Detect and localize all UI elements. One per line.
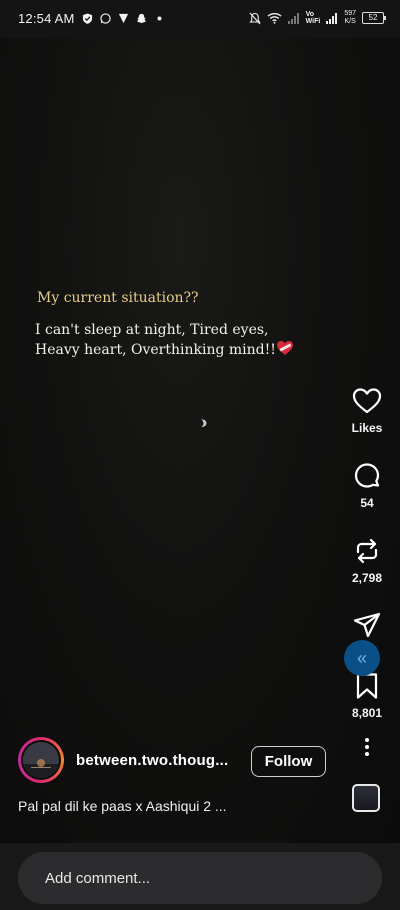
caption-title: My current situation?? <box>37 290 199 306</box>
more-options-icon[interactable] <box>364 737 370 757</box>
caption-body: I can't sleep at night, Tired eyes, Heav… <box>35 320 315 360</box>
reposts-count: 2,798 <box>351 571 383 585</box>
signal-weak-icon <box>287 12 299 24</box>
vpn-icon <box>118 13 128 24</box>
like-action[interactable]: Likes <box>334 385 400 435</box>
send-icon[interactable] <box>351 609 383 641</box>
share-action[interactable] <box>334 609 400 641</box>
comments-count: 54 <box>360 496 374 510</box>
repost-icon[interactable] <box>351 535 383 567</box>
follow-button[interactable]: Follow <box>251 746 326 777</box>
battery-indicator: 52 <box>362 12 386 24</box>
comment-bubble-icon[interactable] <box>351 460 383 492</box>
shield-icon <box>82 13 92 24</box>
author-row[interactable]: between.two.thoug... <box>18 737 228 783</box>
saves-count: 8,801 <box>351 706 383 720</box>
audio-thumbnail[interactable] <box>352 784 380 812</box>
heart-icon[interactable] <box>351 385 383 417</box>
avatar[interactable] <box>18 737 64 783</box>
caption-line-2-row: Heavy heart, Overthinking mind!! <box>35 340 315 360</box>
more-action[interactable] <box>334 737 400 757</box>
status-left: 12:54 AM <box>18 11 165 26</box>
status-time: 12:54 AM <box>18 11 75 26</box>
whatsapp-icon <box>99 13 111 24</box>
caption-line-1: I can't sleep at night, Tired eyes, <box>35 322 269 338</box>
crescent-moon-icon <box>201 419 207 428</box>
net-speed: 597 K/S <box>344 10 356 26</box>
wifi-icon <box>267 12 282 24</box>
notification-dot-icon <box>157 16 162 21</box>
collapse-button[interactable]: « <box>344 640 380 676</box>
status-bar: 12:54 AM Vo WiFi 597 K/S 52 <box>0 0 400 38</box>
mute-bell-icon <box>248 12 261 24</box>
avatar-image <box>21 740 61 780</box>
avatar-scene-icon <box>23 742 59 778</box>
audio-title[interactable]: Pal pal dil ke paas x Aashiqui 2 ... <box>18 798 227 814</box>
author-username[interactable]: between.two.thoug... <box>76 752 228 769</box>
snapchat-icon <box>136 13 146 24</box>
vowifi-bottom: WiFi <box>305 18 321 25</box>
status-right: Vo WiFi 597 K/S 52 <box>248 10 386 26</box>
double-chevron-left-icon: « <box>356 647 367 668</box>
add-comment-input[interactable]: Add comment... <box>18 852 382 904</box>
save-action[interactable]: 8,801 <box>334 670 400 720</box>
repost-action[interactable]: 2,798 <box>334 535 400 585</box>
comment-action[interactable]: 54 <box>334 460 400 510</box>
vowifi-indicator: Vo WiFi <box>306 11 321 25</box>
reel-video[interactable] <box>0 38 400 843</box>
bandaged-heart-icon <box>276 341 293 355</box>
vowifi-top: Vo <box>305 11 315 18</box>
net-speed-unit: K/S <box>344 18 356 25</box>
likes-label: Likes <box>351 421 383 435</box>
comment-bar: Add comment... <box>0 843 400 910</box>
caption-line-2: Heavy heart, Overthinking mind!! <box>35 342 276 358</box>
net-speed-value: 597 <box>344 10 356 17</box>
signal-strong-icon <box>326 12 338 24</box>
